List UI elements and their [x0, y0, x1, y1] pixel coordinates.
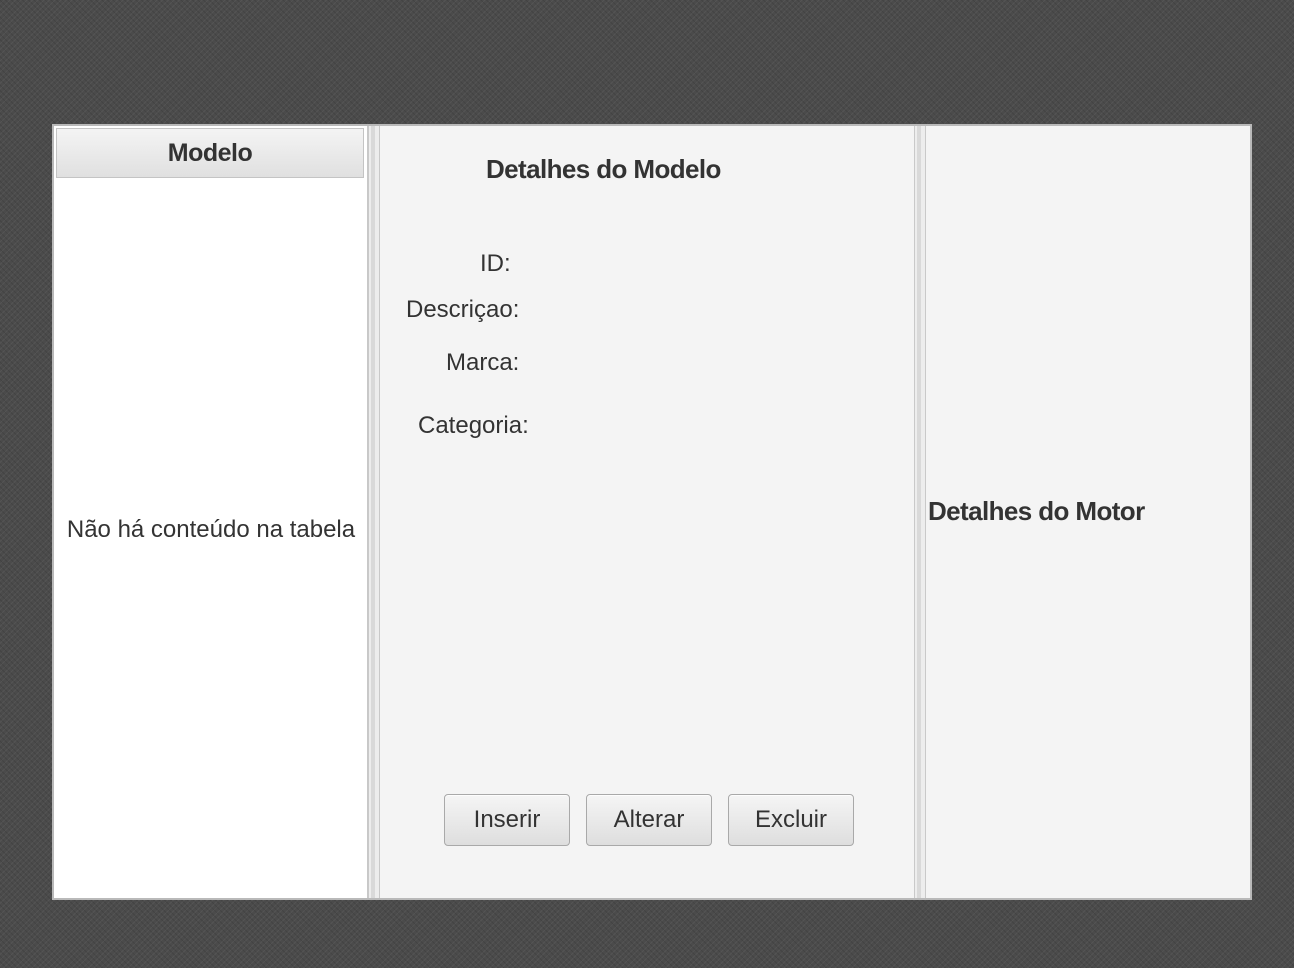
column-header-modelo[interactable]: Modelo	[56, 128, 364, 178]
marca-label: Marca:	[446, 349, 520, 376]
split-divider-left[interactable]	[368, 126, 380, 898]
modelo-table[interactable]: Modelo Não há conteúdo na tabela	[54, 126, 368, 898]
insert-button[interactable]: Inserir	[444, 794, 570, 846]
model-details-pane: Detalhes do Modelo ID: Descriçao: Marca:…	[380, 126, 914, 898]
main-window: Modelo Não há conteúdo na tabela Detalhe…	[52, 124, 1252, 900]
motor-details-title: Detalhes do Motor	[928, 496, 1145, 526]
motor-details-pane: Detalhes do Motor	[926, 126, 1250, 898]
categoria-label: Categoria:	[418, 412, 529, 439]
empty-table-placeholder: Não há conteúdo na tabela	[66, 516, 356, 543]
descricao-label: Descriçao:	[406, 296, 520, 323]
delete-button[interactable]: Excluir	[728, 794, 854, 846]
id-label: ID:	[480, 250, 511, 277]
model-details-title: Detalhes do Modelo	[486, 154, 721, 184]
alter-button[interactable]: Alterar	[586, 794, 712, 846]
split-divider-right[interactable]	[914, 126, 926, 898]
